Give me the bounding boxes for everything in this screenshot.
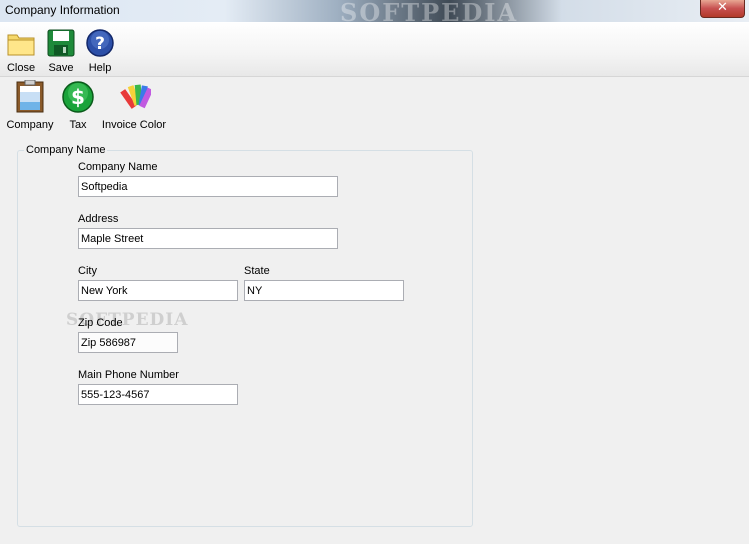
svg-text:$: $ (71, 85, 85, 109)
close-label: Close (6, 62, 36, 74)
address-input[interactable] (78, 228, 338, 249)
state-input[interactable] (244, 280, 404, 301)
window-title: Company Information (5, 3, 120, 17)
folder-icon (7, 34, 35, 56)
company-label: Company (6, 119, 54, 131)
color-palette-icon (120, 84, 154, 109)
clipboard-icon (16, 79, 44, 113)
question-icon: ? (86, 29, 114, 57)
main-toolbar: Close Save ? Help (0, 22, 749, 77)
tax-button[interactable]: $ Tax (61, 80, 95, 131)
help-button[interactable]: ? Help (84, 28, 116, 74)
help-label: Help (88, 62, 112, 74)
phone-input[interactable] (78, 384, 238, 405)
company-name-label: Company Name (78, 161, 158, 173)
state-label: State (244, 265, 270, 277)
save-label: Save (48, 62, 74, 74)
city-label: City (78, 265, 97, 277)
invoice-color-button[interactable]: Invoice Color (100, 80, 168, 131)
section-toolbar: Company $ Tax Invoice Color (0, 77, 749, 131)
tax-label: Tax (69, 119, 87, 131)
save-button[interactable]: Save (45, 28, 77, 74)
zip-code-label: Zip Code (78, 317, 123, 329)
company-button[interactable]: Company (5, 79, 55, 131)
company-name-input[interactable] (78, 176, 338, 197)
close-button[interactable]: Close (5, 28, 37, 74)
window-close-button[interactable]: ✕ (700, 0, 745, 18)
invoice-color-label: Invoice Color (101, 119, 167, 131)
phone-label: Main Phone Number (78, 369, 179, 381)
group-title: Company Name (24, 144, 108, 156)
zip-code-input[interactable] (78, 332, 178, 353)
dollar-icon: $ (62, 81, 94, 113)
city-input[interactable] (78, 280, 238, 301)
svg-text:?: ? (95, 34, 105, 54)
title-bar: Company Information SOFTPEDIA ✕ (0, 0, 749, 27)
floppy-disk-icon (47, 29, 75, 57)
address-label: Address (78, 213, 119, 225)
